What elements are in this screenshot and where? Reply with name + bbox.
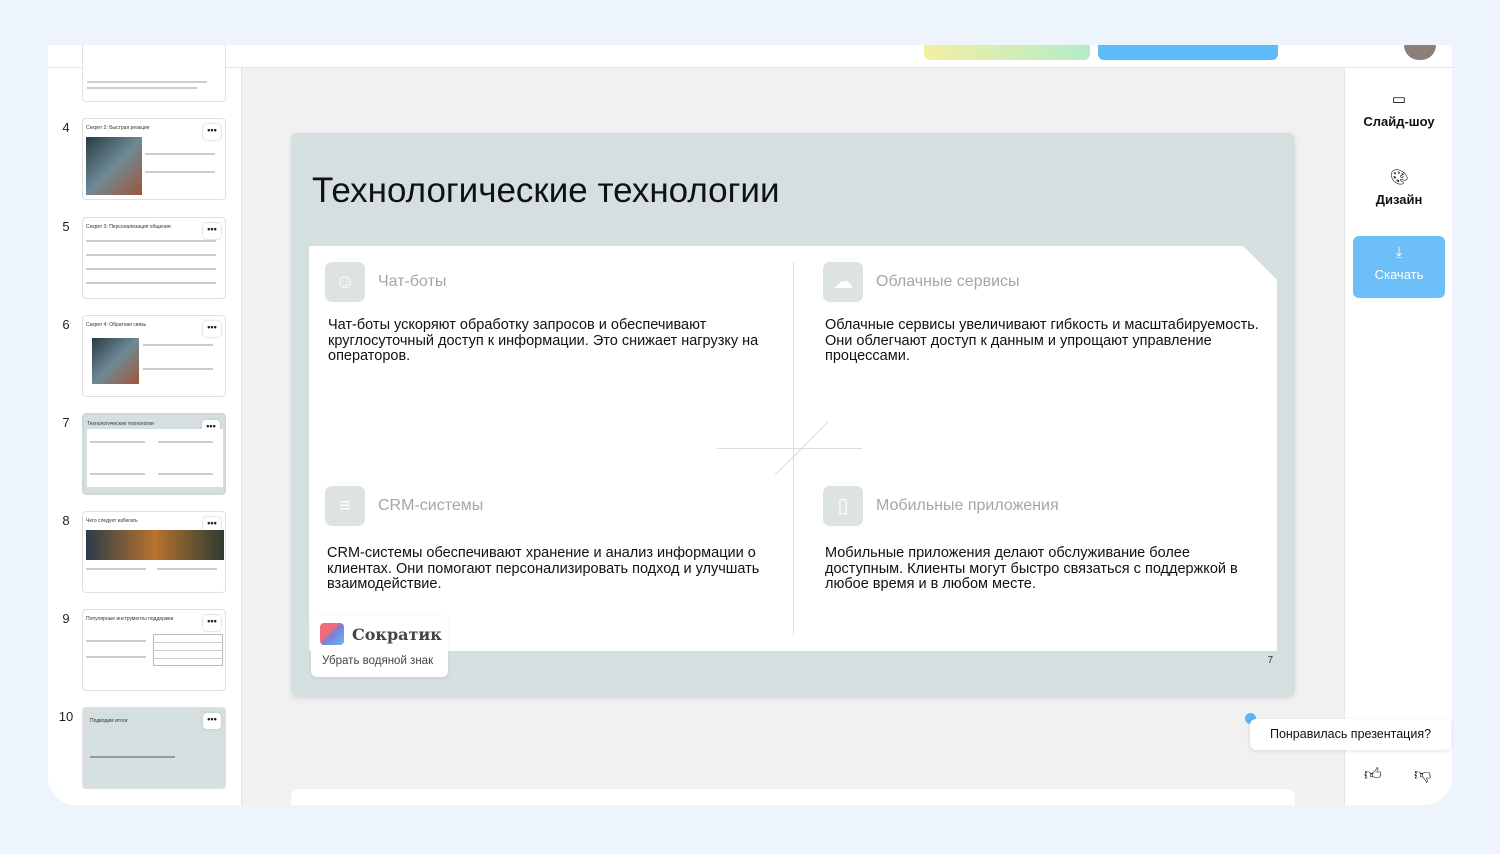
download-label: Скачать <box>1374 267 1424 282</box>
avatar[interactable] <box>1404 45 1436 60</box>
cloud-icon: ☁ <box>823 262 863 302</box>
thumbs-up-icon[interactable]: 👍︎ <box>1364 764 1382 785</box>
slide-canvas-area: Технологические технологии ☺ Чат-боты Ча… <box>243 68 1344 805</box>
remove-watermark-link[interactable]: Убрать водяной знак <box>322 655 433 667</box>
feature-heading: Облачные сервисы <box>876 273 1020 290</box>
thumbnail-row[interactable]: 7 Технологические технологии ••• <box>48 413 242 495</box>
slide-thumbnail[interactable] <box>82 45 226 102</box>
thumbnail-row[interactable]: 9 Популярные инструменты поддержки ••• <box>48 609 242 691</box>
thumbnail-row[interactable]: 6 Секрет 4: Обратная связь ••• <box>48 315 242 397</box>
thumbnail-title: Подводим итоги <box>90 718 128 724</box>
presentation-icon: ▭ <box>1391 91 1407 108</box>
thumbnail-image <box>86 137 142 195</box>
smartphone-icon: ▯ <box>823 486 863 526</box>
sokratik-logo-icon <box>320 623 344 645</box>
slide-thumbnail[interactable]: Секрет 3: Персонализация общения ••• <box>82 217 226 299</box>
thumbnail-row[interactable]: 4 Секрет 2: Быстрая реакция ••• <box>48 118 242 200</box>
slide-number: 5 <box>62 219 70 234</box>
thumbnail-row[interactable]: 10 Подводим итоги ••• <box>48 707 242 789</box>
page-number: 7 <box>1267 655 1273 666</box>
thumbnail-title: Технологические технологии <box>87 421 154 427</box>
design-label: Дизайн <box>1375 192 1423 207</box>
thumbnail-row[interactable]: 5 Секрет 3: Персонализация общения ••• <box>48 217 242 299</box>
slide-thumbnail[interactable]: Чего следует избегать ••• <box>82 511 226 593</box>
slide-number: 4 <box>62 120 70 135</box>
slide-number: 9 <box>62 611 70 626</box>
design-button[interactable]: 🎨︎ Дизайн <box>1353 168 1445 207</box>
next-slide-preview[interactable] <box>291 789 1295 805</box>
download-icon: ⤓ <box>1395 244 1403 261</box>
right-panel: ▭ Слайд-шоу 🎨︎ Дизайн ⤓ Скачать <box>1344 68 1452 805</box>
feedback-question: Понравилась презентация? <box>1250 719 1451 750</box>
slide-thumbnail[interactable]: Популярные инструменты поддержки ••• <box>82 609 226 691</box>
thumbnail-title: Секрет 3: Персонализация общения <box>86 224 171 230</box>
thumbnail-partial[interactable] <box>48 45 242 102</box>
slideshow-button[interactable]: ▭ Слайд-шоу <box>1353 90 1445 129</box>
feature-heading: CRM-системы <box>378 497 484 514</box>
download-button[interactable]: ⤓ Скачать <box>1353 236 1445 298</box>
robot-icon: ☺ <box>325 262 365 302</box>
slide-number: 10 <box>58 709 74 724</box>
thumbnail-title: Секрет 2: Быстрая реакция <box>86 125 150 131</box>
more-options-button[interactable]: ••• <box>203 713 221 729</box>
slide-thumbnail[interactable]: Секрет 2: Быстрая реакция ••• <box>82 118 226 200</box>
top-bar <box>48 45 1452 68</box>
app-window: 4 Секрет 2: Быстрая реакция ••• 5 Секрет… <box>48 45 1452 805</box>
feature-body: Мобильные приложения делают обслуживание… <box>825 545 1238 592</box>
feature-body: Облачные сервисы увеличивают гибкость и … <box>825 317 1259 364</box>
slide-thumbnail-active[interactable]: Технологические технологии ••• <box>82 413 226 495</box>
more-options-button[interactable]: ••• <box>203 321 221 337</box>
slide-number: 7 <box>62 415 70 430</box>
content-card: ☺ Чат-боты Чат-боты ускоряют обработку з… <box>309 246 1277 651</box>
feature-heading: Чат-боты <box>378 273 447 290</box>
more-options-button[interactable]: ••• <box>203 124 221 140</box>
share-button[interactable] <box>1098 45 1278 60</box>
slide-number: 8 <box>62 513 70 528</box>
thumbnail-image <box>92 338 139 384</box>
database-icon: ≡ <box>325 486 365 526</box>
upgrade-button[interactable] <box>924 45 1090 60</box>
feature-body: Чат-боты ускоряют обработку запросов и о… <box>328 317 759 364</box>
thumbnail-row[interactable]: 8 Чего следует избегать ••• <box>48 511 242 593</box>
feature-heading: Мобильные приложения <box>876 497 1059 514</box>
more-options-button[interactable]: ••• <box>203 615 221 631</box>
slide-thumbnail[interactable]: Секрет 4: Обратная связь ••• <box>82 315 226 397</box>
thumbnail-image <box>86 530 224 560</box>
slide-thumbnail[interactable]: Подводим итоги ••• <box>82 707 226 789</box>
thumbnail-title: Чего следует избегать <box>86 518 138 524</box>
watermark[interactable]: Сократик Убрать водяной знак <box>311 615 448 677</box>
slide-thumbnails-panel[interactable]: 4 Секрет 2: Быстрая реакция ••• 5 Секрет… <box>48 45 242 805</box>
watermark-brand: Сократик <box>352 625 442 644</box>
thumbnail-title: Популярные инструменты поддержки <box>86 616 174 622</box>
thumbs-down-icon[interactable]: 👎︎ <box>1414 764 1431 785</box>
feature-body: CRM-системы обеспечивают хранение и анал… <box>327 545 760 592</box>
slide-title[interactable]: Технологические технологии <box>312 171 780 211</box>
slide-number: 6 <box>62 317 70 332</box>
slide-7[interactable]: Технологические технологии ☺ Чат-боты Ча… <box>291 133 1295 697</box>
divider <box>717 448 862 449</box>
slideshow-label: Слайд-шоу <box>1363 114 1435 129</box>
thumbnail-title: Секрет 4: Обратная связь <box>86 322 147 328</box>
palette-icon: 🎨︎ <box>1389 169 1409 186</box>
more-options-button[interactable]: ••• <box>203 223 221 239</box>
